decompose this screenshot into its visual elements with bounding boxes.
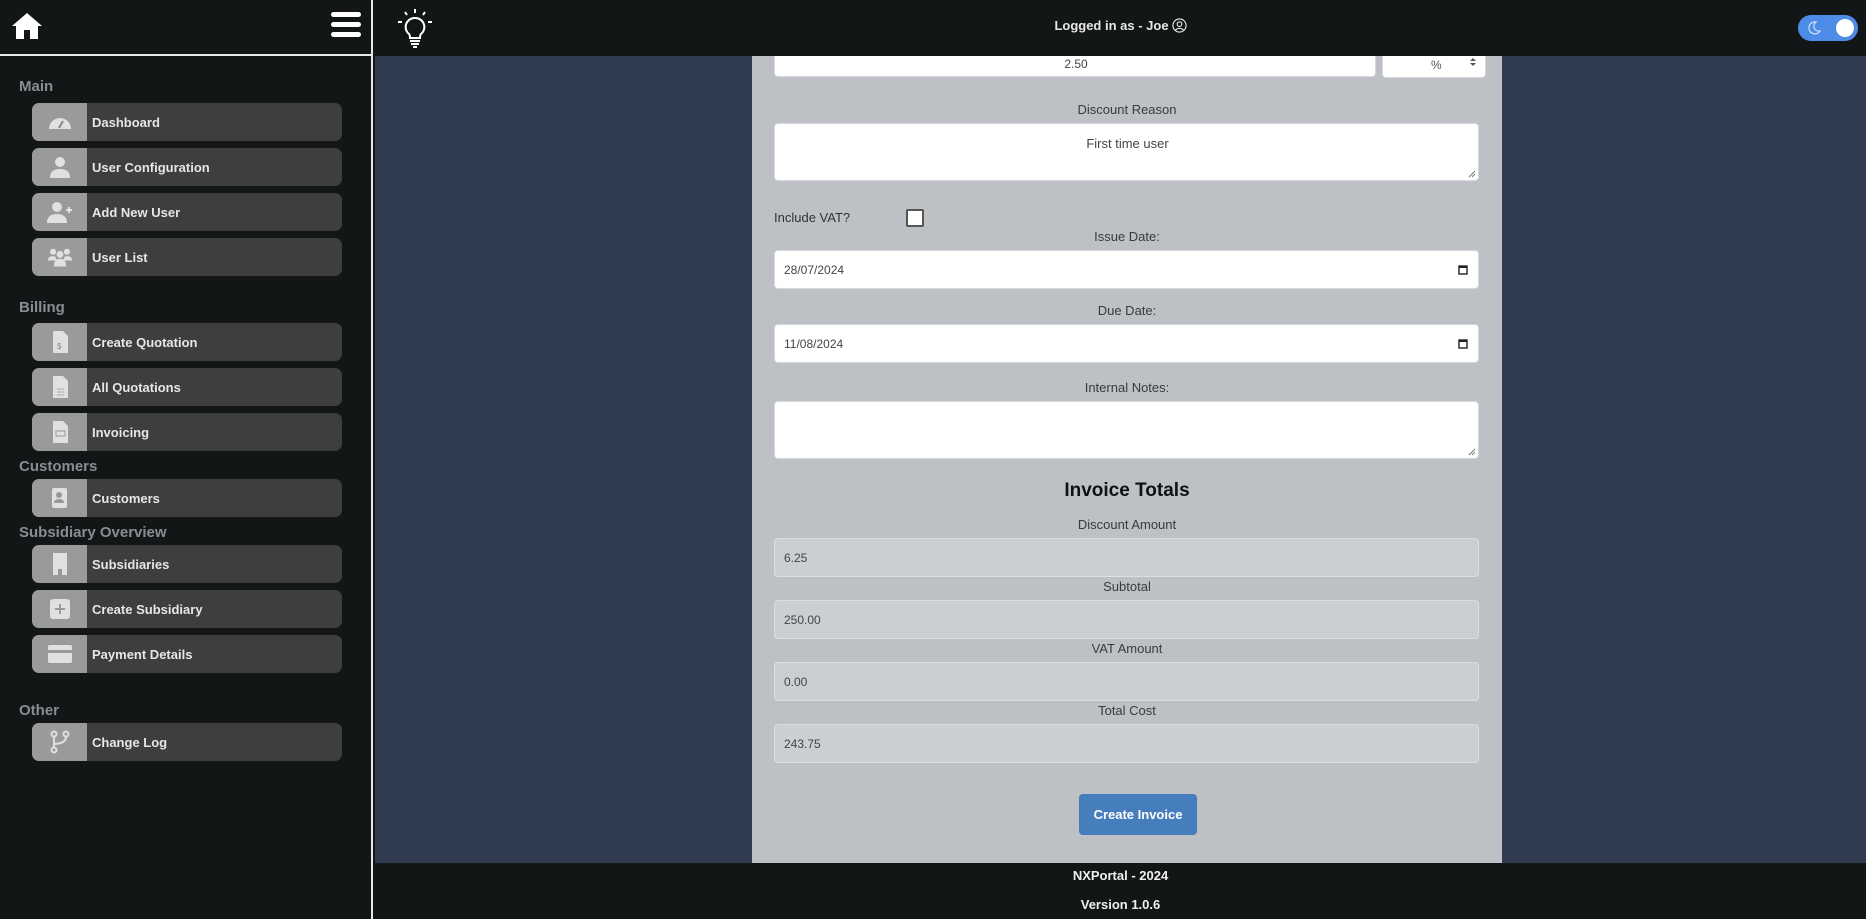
sidebar-item-payment-details[interactable]: Payment Details bbox=[32, 635, 342, 673]
sidebar-item-label: Create Quotation bbox=[92, 334, 198, 350]
sidebar-item-dashboard[interactable]: Dashboard bbox=[32, 103, 342, 141]
internal-notes-label: Internal Notes: bbox=[1084, 380, 1170, 395]
select-arrows-icon bbox=[1470, 58, 1476, 66]
sidebar-item-change-log[interactable]: Change Log bbox=[32, 723, 342, 761]
subtotal-label: Subtotal bbox=[1103, 579, 1151, 594]
sidebar-item-add-new-user[interactable]: Add New User bbox=[32, 193, 342, 231]
sidebar-item-create-subsidiary[interactable]: Create Subsidiary bbox=[32, 590, 342, 628]
issue-date-label: Issue Date: bbox=[1094, 229, 1160, 244]
invoice-form-panel: 2.50 % Discount Reason First time user I… bbox=[752, 56, 1502, 863]
address-book-icon bbox=[51, 488, 67, 508]
due-date-label: Due Date: bbox=[1097, 303, 1157, 318]
sidebar-item-user-list[interactable]: User List bbox=[32, 238, 342, 276]
sidebar-item-label: All Quotations bbox=[92, 379, 181, 395]
total-cost-label: Total Cost bbox=[1098, 703, 1156, 718]
footer-version: Version 1.0.6 bbox=[1080, 897, 1161, 912]
resize-handle-icon[interactable] bbox=[1468, 448, 1476, 456]
discount-amount-label: Discount Amount bbox=[1077, 517, 1177, 532]
theme-toggle[interactable] bbox=[1798, 15, 1858, 41]
vat-amount-field: 0.00 bbox=[774, 662, 1479, 701]
create-invoice-button[interactable]: Create Invoice bbox=[1079, 794, 1197, 835]
sidebar-item-label: Subsidiaries bbox=[92, 556, 170, 572]
section-title-customers: Customers bbox=[19, 458, 98, 475]
file-lines-icon bbox=[52, 376, 68, 398]
calendar-icon[interactable] bbox=[1458, 338, 1468, 349]
moon-icon bbox=[1808, 21, 1822, 35]
code-branch-icon bbox=[50, 730, 69, 754]
vat-amount-label: VAT Amount bbox=[1091, 641, 1163, 656]
user-plus-icon bbox=[46, 202, 72, 223]
sidebar-item-label: User List bbox=[92, 249, 148, 265]
user-circle-icon[interactable] bbox=[1171, 18, 1187, 33]
sidebar-item-invoicing[interactable]: Invoicing bbox=[32, 413, 342, 451]
footer-copyright: NXPortal - 2024 bbox=[1072, 868, 1169, 883]
sidebar-item-all-quotations[interactable]: All Quotations bbox=[32, 368, 342, 406]
subtotal-field: 250.00 bbox=[774, 600, 1479, 639]
include-vat-label: Include VAT? bbox=[774, 210, 851, 225]
issue-date-input[interactable]: 28/07/2024 bbox=[774, 250, 1479, 289]
total-cost-field: 243.75 bbox=[774, 724, 1479, 763]
sidebar-item-user-configuration[interactable]: User Configuration bbox=[32, 148, 342, 186]
svg-text:$: $ bbox=[57, 342, 62, 351]
sidebar-item-create-quotation[interactable]: $ Create Quotation bbox=[32, 323, 342, 361]
sidebar-item-label: Change Log bbox=[92, 734, 168, 750]
sidebar-item-customers[interactable]: Customers bbox=[32, 479, 342, 517]
building-icon bbox=[52, 553, 67, 575]
menu-toggle-icon[interactable] bbox=[331, 12, 361, 38]
gauge-icon bbox=[48, 118, 71, 129]
top-bar: Logged in as - Joe bbox=[375, 0, 1866, 56]
discount-reason-label: Discount Reason bbox=[1077, 102, 1177, 117]
logged-in-status: Logged in as - Joe bbox=[375, 18, 1866, 33]
section-title-billing: Billing bbox=[19, 299, 65, 316]
sidebar-item-label: User Configuration bbox=[92, 159, 210, 175]
user-icon bbox=[49, 157, 70, 178]
footer: NXPortal - 2024 Version 1.0.6 bbox=[375, 863, 1866, 919]
section-title-subsidiary-overview: Subsidiary Overview bbox=[19, 524, 167, 541]
credit-card-icon bbox=[47, 645, 72, 663]
file-invoice-icon bbox=[52, 421, 68, 443]
sidebar-header bbox=[0, 0, 371, 56]
sidebar-item-label: Invoicing bbox=[92, 424, 150, 440]
sidebar-item-label: Payment Details bbox=[92, 646, 193, 662]
toggle-knob bbox=[1836, 19, 1854, 37]
section-title-other: Other bbox=[19, 702, 60, 719]
main-content: 2.50 % Discount Reason First time user I… bbox=[375, 56, 1866, 863]
users-icon bbox=[47, 248, 72, 267]
discount-reason-textarea[interactable]: First time user bbox=[774, 123, 1479, 181]
sidebar-item-label: Add New User bbox=[92, 204, 181, 220]
calendar-icon[interactable] bbox=[1458, 264, 1468, 275]
sidebar: Main Dashboard User Configuration Add Ne… bbox=[0, 0, 373, 919]
invoice-dollar-icon: $ bbox=[52, 331, 68, 353]
section-title-main: Main bbox=[19, 78, 54, 95]
include-vat-checkbox[interactable] bbox=[906, 209, 924, 227]
sidebar-item-label: Create Subsidiary bbox=[92, 601, 203, 617]
discount-type-select[interactable]: % bbox=[1382, 56, 1486, 78]
sidebar-item-label: Customers bbox=[92, 490, 160, 506]
plus-square-icon bbox=[49, 599, 70, 619]
home-icon[interactable] bbox=[11, 11, 43, 41]
discount-amount-field: 6.25 bbox=[774, 538, 1479, 577]
invoice-totals-heading: Invoice Totals bbox=[1064, 480, 1190, 501]
due-date-input[interactable]: 11/08/2024 bbox=[774, 324, 1479, 363]
sidebar-item-subsidiaries[interactable]: Subsidiaries bbox=[32, 545, 342, 583]
discount-value-input[interactable]: 2.50 bbox=[774, 56, 1376, 77]
resize-handle-icon[interactable] bbox=[1468, 170, 1476, 178]
internal-notes-textarea[interactable] bbox=[774, 401, 1479, 459]
logged-in-text: Logged in as - Joe bbox=[1054, 18, 1169, 33]
sidebar-item-label: Dashboard bbox=[92, 114, 160, 130]
